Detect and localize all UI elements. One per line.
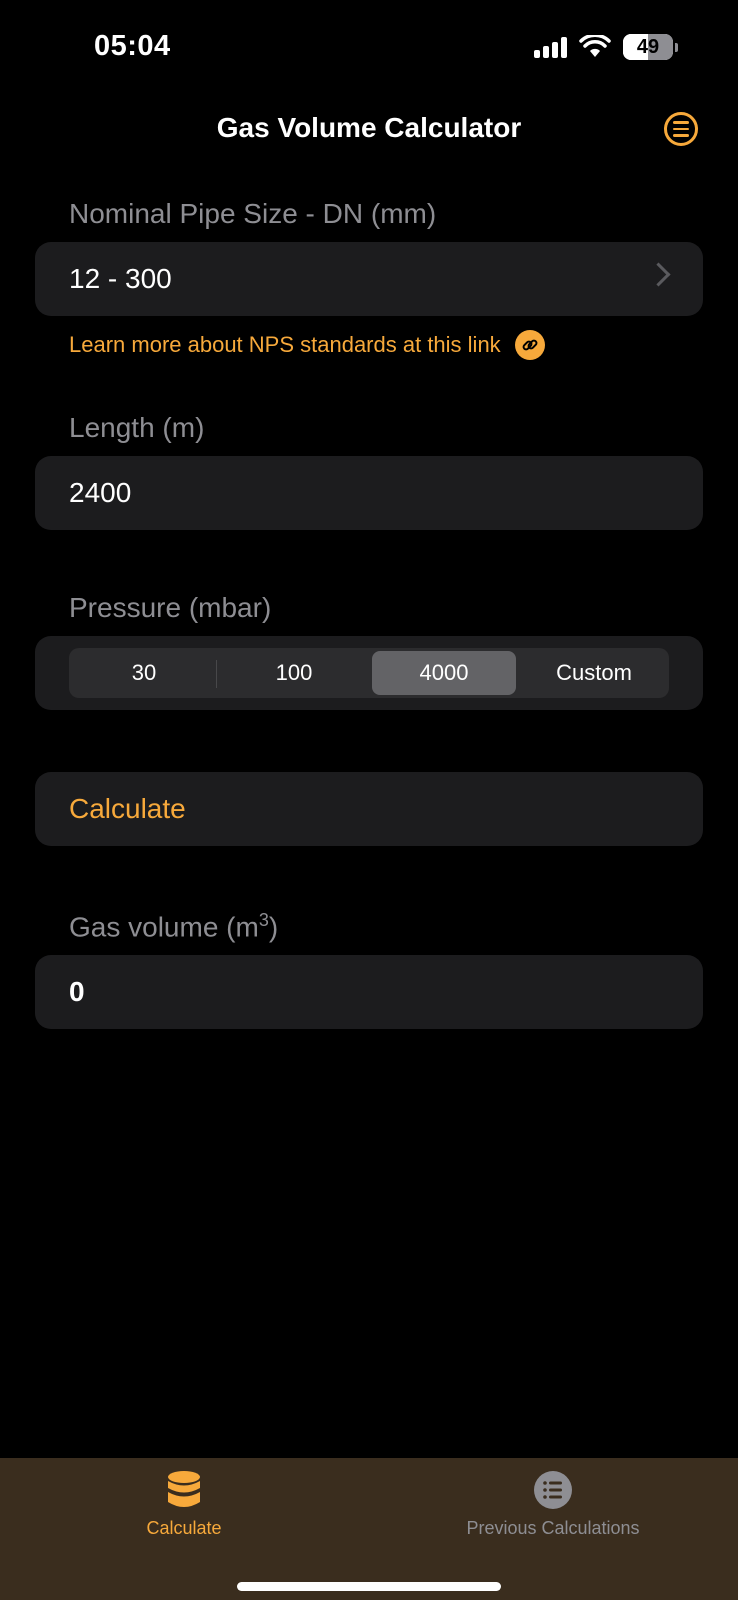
status-time: 05:04 xyxy=(94,30,171,62)
pipe-size-value: 12 - 300 xyxy=(69,263,172,294)
tab-calculate[interactable]: Calculate xyxy=(54,1470,314,1539)
segment-divider xyxy=(216,660,217,688)
cellular-signal-icon xyxy=(534,36,567,58)
battery-percentage: 49 xyxy=(636,35,660,58)
gas-volume-label-suffix: ) xyxy=(268,911,279,943)
status-icons: 49 xyxy=(534,34,678,60)
chevron-right-icon xyxy=(646,262,671,287)
list-circle-icon xyxy=(673,121,689,124)
gas-volume-label-superscript: 3 xyxy=(258,910,269,930)
battery-icon: 49 xyxy=(623,34,678,60)
pipe-size-picker[interactable]: 12 - 300 xyxy=(35,242,703,316)
page-title: Gas Volume Calculator xyxy=(216,112,522,143)
length-label: Length (m) xyxy=(69,412,205,443)
length-input[interactable]: 2400 xyxy=(35,456,703,530)
cylinder-icon xyxy=(168,1471,200,1507)
tab-bar: Calculate Previous Calculations xyxy=(0,1458,738,1600)
nps-standards-link[interactable]: Learn more about NPS standards at this l… xyxy=(69,330,545,360)
gas-volume-label-text: Gas volume (m xyxy=(69,911,259,943)
nps-link-text: Learn more about NPS standards at this l… xyxy=(69,332,501,357)
tab-calculate-label: Calculate xyxy=(146,1518,222,1538)
pressure-option-custom[interactable]: Custom xyxy=(522,651,666,695)
pressure-option-100[interactable]: 100 xyxy=(222,651,366,695)
home-indicator[interactable] xyxy=(237,1582,501,1591)
gas-volume-label: Gas volume (m3) xyxy=(69,910,278,943)
tab-previous-calculations[interactable]: Previous Calculations xyxy=(423,1470,683,1539)
list-icon xyxy=(534,1471,572,1509)
wifi-icon xyxy=(579,35,611,57)
pressure-option-30[interactable]: 30 xyxy=(72,651,216,695)
pressure-segmented-control-container: 30 100 4000 Custom xyxy=(35,636,703,710)
pressure-label: Pressure (mbar) xyxy=(69,592,272,623)
menu-button[interactable] xyxy=(664,112,698,146)
calculate-button[interactable]: Calculate xyxy=(35,772,703,846)
length-value: 2400 xyxy=(69,477,132,508)
pressure-segmented-control: 30 100 4000 Custom xyxy=(69,648,669,698)
gas-volume-result: 0 xyxy=(35,955,703,1029)
calculate-button-label: Calculate xyxy=(69,793,186,824)
gas-volume-value: 0 xyxy=(69,976,85,1007)
link-icon xyxy=(514,330,545,360)
pipe-size-label: Nominal Pipe Size - DN (mm) xyxy=(69,198,437,229)
tab-previous-calculations-label: Previous Calculations xyxy=(466,1518,640,1538)
pressure-option-4000[interactable]: 4000 xyxy=(372,651,516,695)
